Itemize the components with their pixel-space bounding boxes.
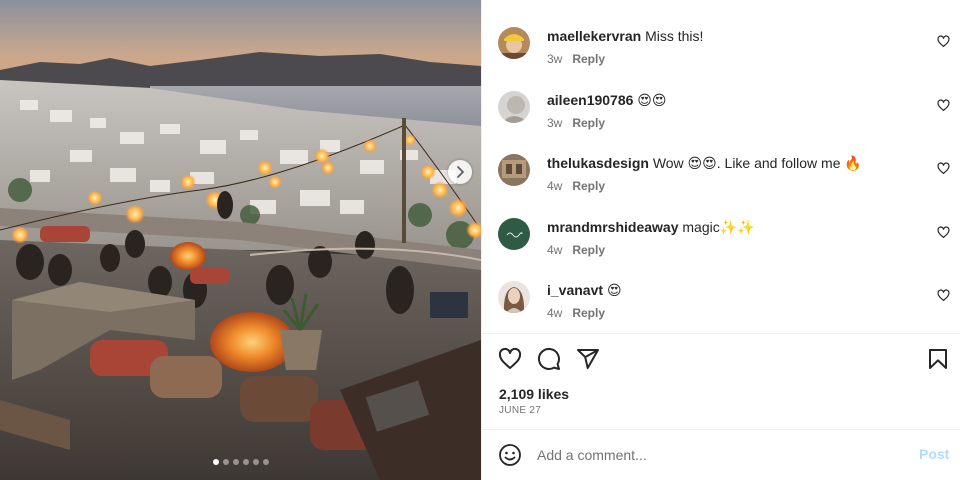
comment-item: mrandmrshideaway magic✨✨ 4w Reply: [498, 218, 950, 268]
heart-icon[interactable]: [937, 35, 950, 48]
post-image: [0, 0, 481, 480]
share-send-icon[interactable]: [576, 347, 600, 371]
bookmark-icon[interactable]: [926, 347, 950, 371]
avatar-woman-icon: [498, 281, 530, 313]
comment-age: 4w: [547, 243, 563, 257]
comment-age: 3w: [547, 52, 563, 66]
comment-text-line: aileen190786 😍😍: [547, 91, 667, 109]
comment-body: Wow 😍😍. Like and follow me 🔥: [652, 155, 862, 171]
comment-meta: 4w Reply: [547, 305, 605, 321]
post-comment-button[interactable]: Post: [919, 446, 949, 462]
carousel-dot: [212, 459, 219, 465]
comment-body: magic✨✨: [682, 219, 755, 235]
comment-text-line: thelukasdesign Wow 😍😍. Like and follow m…: [547, 154, 862, 172]
comment-username[interactable]: i_vanavt: [547, 282, 603, 298]
post-action-bar: [498, 347, 950, 371]
likes-count[interactable]: 2,109 likes: [499, 386, 569, 402]
comment-bubble-icon[interactable]: [537, 347, 561, 371]
comment-username[interactable]: aileen190786: [547, 92, 633, 108]
comment-text-line: maellekervran Miss this!: [547, 27, 703, 45]
heart-icon[interactable]: [937, 289, 950, 302]
heart-icon[interactable]: [937, 99, 950, 112]
avatar[interactable]: [498, 27, 530, 59]
divider: [482, 333, 960, 334]
comment-text-line: mrandmrshideaway magic✨✨: [547, 218, 755, 236]
heart-icon[interactable]: [937, 226, 950, 239]
comment-meta: 3w Reply: [547, 115, 605, 131]
comment-input[interactable]: [537, 444, 897, 466]
comment-body: 😍: [606, 282, 622, 298]
chevron-right-icon: [457, 166, 465, 178]
post-details-panel: maellekervran Miss this! 3w Reply aileen1…: [481, 0, 960, 480]
comment-item: aileen190786 😍😍 3w Reply: [498, 91, 950, 141]
avatar-gray-icon: [498, 91, 530, 123]
comment-composer: Post: [482, 430, 960, 480]
carousel-dot: [252, 459, 259, 465]
comment-item: i_vanavt 😍 4w Reply: [498, 281, 950, 331]
carousel-next-button[interactable]: [448, 160, 472, 184]
reply-button[interactable]: Reply: [572, 52, 605, 66]
comment-body: Miss this!: [645, 28, 704, 44]
avatar-green-logo-icon: [498, 218, 530, 250]
avatar[interactable]: [498, 91, 530, 123]
comment-age: 3w: [547, 116, 563, 130]
carousel-indicator: [0, 459, 481, 465]
comment-text-line: i_vanavt 😍: [547, 281, 622, 299]
avatar[interactable]: [498, 218, 530, 250]
avatar[interactable]: [498, 154, 530, 186]
post-date: JUNE 27: [499, 405, 542, 416]
reply-button[interactable]: Reply: [572, 179, 605, 193]
comment-body: 😍😍: [637, 92, 667, 108]
carousel-dot: [242, 459, 249, 465]
comment-username[interactable]: thelukasdesign: [547, 155, 649, 171]
avatar-brown-icon: [498, 154, 530, 186]
emoji-icon[interactable]: [498, 443, 522, 467]
reply-button[interactable]: Reply: [572, 243, 605, 257]
carousel-dot: [222, 459, 229, 465]
post-photo[interactable]: [0, 0, 481, 480]
comment-item: thelukasdesign Wow 😍😍. Like and follow m…: [498, 154, 950, 204]
like-heart-icon[interactable]: [498, 347, 522, 371]
avatar[interactable]: [498, 281, 530, 313]
avatar-yellow-cap-icon: [498, 27, 530, 59]
carousel-dot: [262, 459, 269, 465]
comment-item: maellekervran Miss this! 3w Reply: [498, 27, 950, 77]
comment-age: 4w: [547, 179, 563, 193]
reply-button[interactable]: Reply: [572, 306, 605, 320]
comment-meta: 4w Reply: [547, 242, 605, 258]
comment-username[interactable]: mrandmrshideaway: [547, 219, 679, 235]
comment-meta: 4w Reply: [547, 178, 605, 194]
heart-icon[interactable]: [937, 162, 950, 175]
carousel-dot: [232, 459, 239, 465]
comment-username[interactable]: maellekervran: [547, 28, 641, 44]
comment-age: 4w: [547, 306, 563, 320]
reply-button[interactable]: Reply: [572, 116, 605, 130]
comment-meta: 3w Reply: [547, 51, 605, 67]
